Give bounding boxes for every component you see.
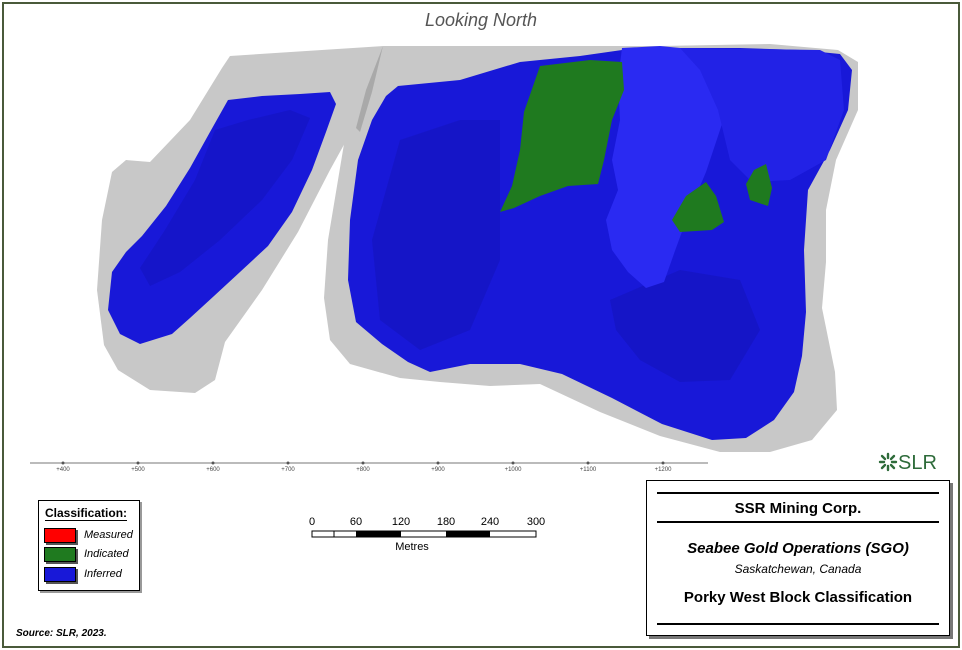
slr-logo-text: SLR bbox=[898, 452, 937, 474]
axis-tick-label: +400 bbox=[56, 467, 70, 473]
figure-title: Porky West Block Classification bbox=[683, 589, 913, 606]
axis-tick-label: +800 bbox=[356, 467, 370, 473]
source-note: Source: SLR, 2023. bbox=[16, 628, 107, 639]
scale-label: 240 bbox=[480, 516, 500, 528]
company-name: SSR Mining Corp. bbox=[734, 500, 862, 517]
axis-tick-label: +1200 bbox=[655, 467, 673, 473]
measured-swatch bbox=[44, 528, 76, 543]
axis-tick-label: +900 bbox=[431, 467, 445, 473]
operation-name: Seabee Gold Operations (SGO) bbox=[687, 540, 909, 557]
axis-tick-label: +700 bbox=[281, 467, 295, 473]
title-block: SSR Mining Corp. Seabee Gold Operations … bbox=[646, 480, 950, 636]
scale-label: 60 bbox=[349, 516, 363, 528]
scale-label: 0 bbox=[308, 516, 316, 528]
scale-label: 300 bbox=[526, 516, 546, 528]
axis-tick-label: +500 bbox=[131, 467, 145, 473]
title-rule bbox=[657, 623, 939, 625]
axis-tick-label: +600 bbox=[206, 467, 220, 473]
location: Saskatchewan, Canada bbox=[734, 562, 862, 576]
indicated-swatch bbox=[44, 547, 76, 562]
classification-legend: Classification: Measured Indicated Infer… bbox=[38, 500, 140, 591]
scale-unit: Metres bbox=[395, 541, 429, 553]
legend-title: Classification: bbox=[45, 506, 128, 521]
title-rule bbox=[657, 521, 939, 523]
title-rule bbox=[657, 492, 939, 494]
legend-label: Indicated bbox=[84, 548, 129, 560]
legend-label: Measured bbox=[84, 529, 133, 541]
scale-bar-segments bbox=[311, 530, 537, 538]
scale-label: 120 bbox=[391, 516, 411, 528]
axis-tick-label: +1100 bbox=[580, 467, 597, 473]
scale-label: 180 bbox=[436, 516, 456, 528]
legend-label: Inferred bbox=[84, 568, 122, 580]
slr-logo: SLR bbox=[878, 452, 937, 475]
slr-logo-mark-icon bbox=[878, 452, 898, 472]
axis-tick-label: +1000 bbox=[505, 467, 523, 473]
scale-bar: 0 60 120 180 240 300 Metres bbox=[300, 516, 550, 556]
inferred-swatch bbox=[44, 567, 76, 582]
